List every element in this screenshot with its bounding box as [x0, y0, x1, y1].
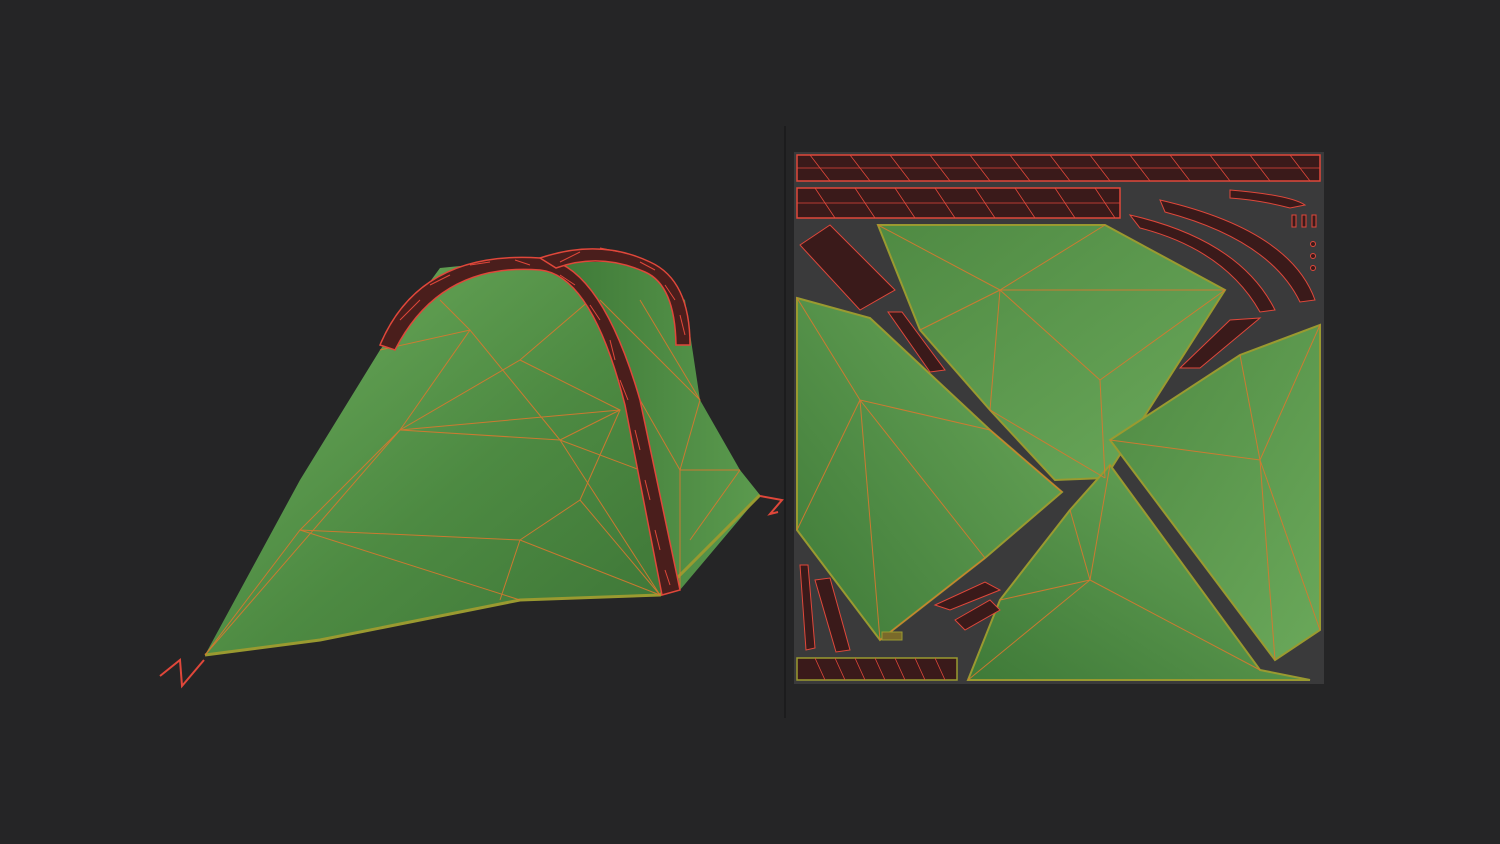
uv-strip-bottom [796, 657, 958, 681]
uv-layout-viewport[interactable] [0, 0, 1500, 844]
uv-shard-6 [881, 631, 903, 641]
stage [0, 0, 1500, 844]
